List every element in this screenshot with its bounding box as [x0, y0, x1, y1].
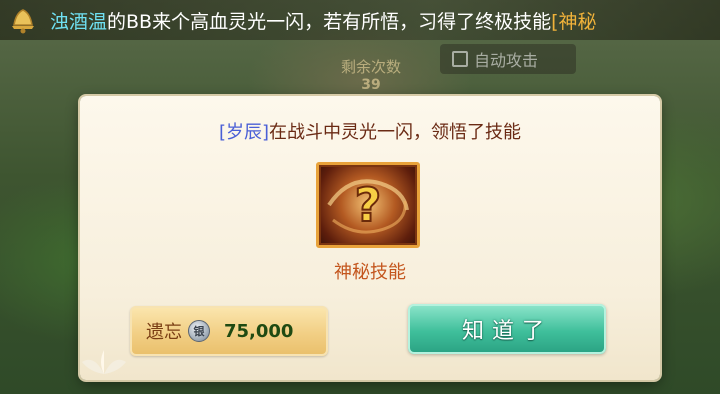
- skill-learned-dialog: [岁辰]在战斗中灵光一闪，领悟了技能 ? 神秘技能 遗忘 银 75,000 知道…: [80, 96, 660, 380]
- auto-attack-checkbox[interactable]: [452, 51, 468, 67]
- forget-label: 遗忘: [146, 322, 182, 343]
- announcement-banner: 浊酒温 的BB来个高血 灵光一闪，若有所悟，习得了终极技能 [神秘: [0, 0, 720, 40]
- skill-name: 神秘技能: [334, 262, 406, 283]
- dialog-message: [岁辰]在战斗中灵光一闪，领悟了技能: [80, 118, 660, 144]
- announcement-skill-name: [神秘: [551, 10, 597, 33]
- confirm-button[interactable]: 知道了: [408, 304, 606, 354]
- dialog-message-text: 在战斗中灵光一闪，领悟了技能: [269, 122, 522, 143]
- bell-icon: [6, 3, 40, 37]
- silver-coin-icon: 银: [188, 320, 210, 342]
- auto-attack-label: 自动攻击: [474, 51, 539, 70]
- background-counter: 剩余次数 39: [326, 56, 416, 96]
- announcement-text-2: 灵光一闪，若有所悟，习得了终极技能: [228, 10, 552, 33]
- pet-name: [岁辰]: [218, 122, 270, 143]
- lotus-decoration-icon: [74, 344, 134, 384]
- announcement-player-name: 浊酒温: [50, 10, 108, 33]
- svg-text:?: ?: [355, 178, 382, 232]
- auto-attack-toggle[interactable]: 自动攻击: [440, 44, 576, 74]
- forget-cost: 75,000: [224, 320, 294, 342]
- mystery-skill-icon: ?: [316, 162, 420, 248]
- forget-skill-button[interactable]: 遗忘 银 75,000: [130, 306, 328, 356]
- background-counter-value: 39: [361, 77, 381, 93]
- announcement-text-1: 的BB来个高血: [107, 10, 229, 33]
- background-counter-label: 剩余次数: [340, 58, 401, 76]
